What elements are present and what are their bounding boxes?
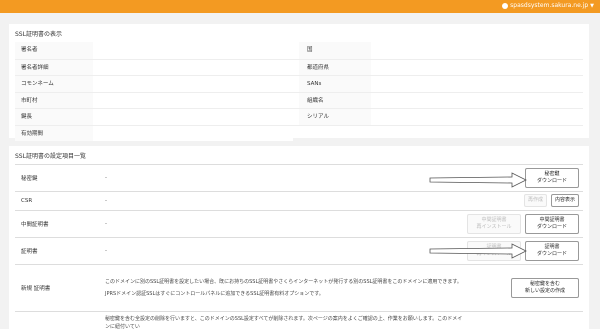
setting-label: 証明書: [21, 248, 38, 255]
setting-label: 新規 証明書: [21, 285, 51, 292]
button-line: 新しい設定の作成: [524, 287, 565, 294]
info-value: [371, 109, 583, 125]
intermediate-reinstall-button[interactable]: 中間証明書 再インストール: [467, 213, 521, 234]
info-label-key-length: 鍵長: [15, 109, 93, 125]
setting-row-delete: 秘密鍵を含む全設定の削除を行いますと、このドメインのSSL設定すべてが削除されま…: [15, 311, 583, 329]
button-line: ダウンロード: [536, 223, 567, 230]
setting-value: -: [105, 174, 107, 181]
info-label-city: 市町村: [15, 92, 93, 108]
button-line: 秘密鍵を含む: [529, 280, 560, 287]
setting-description: このドメインに別のSSL証明書を設定したい場合、既にお持ちのSSL証明書やさくら…: [105, 278, 465, 298]
info-value: [93, 42, 293, 59]
info-row: 署名者 国: [15, 42, 583, 59]
setting-row-intermediate-cert: 中間証明書 - 中間証明書 再インストール 中間証明書 ダウンロード: [15, 210, 583, 236]
setting-label: CSR: [21, 197, 33, 204]
download-private-key-button[interactable]: 秘密鍵 ダウンロード: [525, 167, 579, 188]
download-certificate-button[interactable]: 証明書 ダウンロード: [525, 240, 579, 261]
info-label-serial: シリアル: [299, 109, 371, 125]
setting-row-new-certificate: 新規 証明書 このドメインに別のSSL証明書を設定したい場合、既にお持ちのSSL…: [15, 264, 583, 310]
info-row: 鍵長 シリアル: [15, 108, 583, 125]
button-line: 秘密鍵: [544, 170, 560, 177]
button-line: ダウンロード: [536, 250, 567, 257]
info-value: [371, 42, 583, 59]
info-value: [93, 59, 293, 75]
setting-value: -: [105, 197, 107, 204]
info-label-organization: 組織名: [299, 92, 371, 108]
info-value: [93, 76, 293, 92]
info-row: コモンネーム SANs: [15, 75, 583, 92]
info-value: [93, 92, 293, 108]
setting-row-csr: CSR - 再作成 内容表示: [15, 191, 583, 209]
download-intermediate-button[interactable]: 中間証明書 ダウンロード: [525, 213, 579, 234]
setting-description: 秘密鍵を含む全設定の削除を行いますと、このドメインのSSL設定すべてが削除されま…: [105, 316, 463, 329]
setting-value: -: [105, 247, 107, 254]
info-label-prefecture: 都道府県: [299, 59, 371, 75]
info-value: [371, 60, 583, 76]
csr-view-button[interactable]: 内容表示: [550, 194, 579, 207]
info-row: 市町村 組織名: [15, 91, 583, 109]
info-label-signer: 署名者: [15, 42, 93, 59]
button-line: ダウンロード: [536, 177, 567, 184]
button-line: 証明書: [544, 243, 560, 250]
cert-info-title: SSL証明書の表示: [15, 31, 62, 38]
top-bar: spasdsystem.sakura.ne.jp ▼: [0, 0, 600, 13]
info-label-common-name: コモンネーム: [15, 76, 93, 92]
info-value: [371, 93, 583, 109]
info-value: [93, 109, 293, 125]
info-row: 署名者詳細 都道府県: [15, 58, 583, 76]
description-text: JPRSドメイン認証SSLはすぐにコントロールパネルに追加できるSSL証明書有料…: [105, 290, 324, 297]
info-value: [93, 125, 293, 141]
info-label-country: 国: [299, 42, 371, 59]
setting-label: 中間証明書: [21, 221, 49, 228]
arrow-right-icon: [429, 172, 527, 188]
user-icon: [502, 2, 509, 9]
account-name: spasdsystem.sakura.ne.jp: [510, 2, 589, 9]
info-label-signer-detail: 署名者詳細: [15, 59, 93, 75]
cert-info-table: 署名者 国 署名者詳細 都道府県 コモンネーム SANs 市町村 組織名 鍵長 …: [15, 42, 583, 141]
certificate-info-panel: SSL証明書の表示 署名者 国 署名者詳細 都道府県 コモンネーム SANs 市…: [9, 24, 589, 141]
setting-value: -: [105, 220, 107, 227]
button-line: 中間証明書: [481, 216, 507, 223]
create-new-settings-button[interactable]: 秘密鍵を含む 新しい設定の作成: [511, 277, 579, 298]
info-label-sans: SANs: [299, 76, 371, 92]
setting-label: 秘密鍵: [21, 175, 38, 182]
settings-title: SSL証明書の設定項目一覧: [15, 153, 86, 160]
info-label-validity: 有効期間: [15, 125, 93, 141]
info-value: [371, 76, 583, 92]
button-line: 再インストール: [476, 223, 512, 230]
csr-reissue-button[interactable]: 再作成: [523, 194, 547, 207]
info-row: 有効期間: [15, 124, 583, 141]
arrow-right-icon: [429, 243, 527, 259]
chevron-down-icon: ▼: [590, 2, 594, 9]
account-menu[interactable]: spasdsystem.sakura.ne.jp ▼: [502, 2, 594, 9]
description-text: このドメインに別のSSL証明書を設定したい場合、既にお持ちのSSL証明書やさくら…: [105, 278, 462, 285]
button-line: 中間証明書: [539, 216, 565, 223]
